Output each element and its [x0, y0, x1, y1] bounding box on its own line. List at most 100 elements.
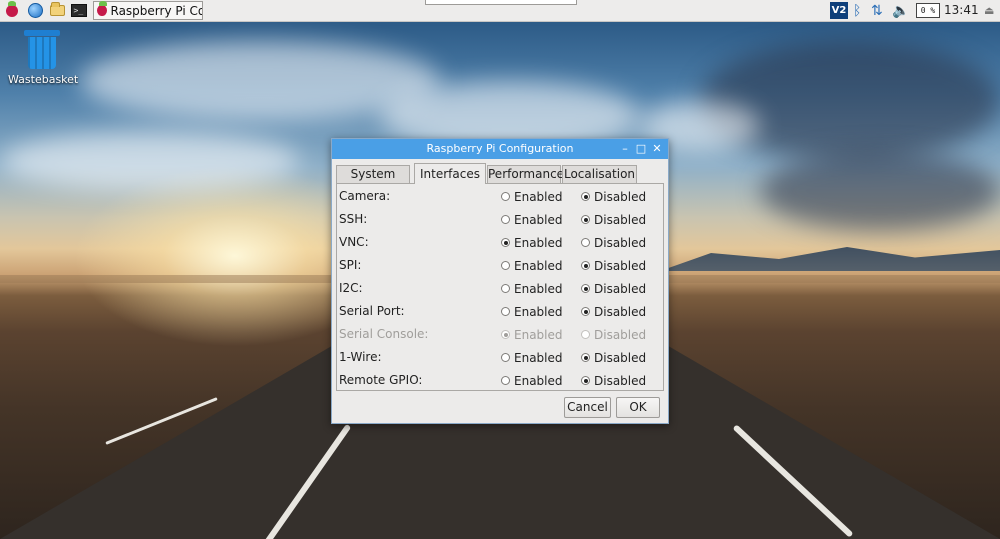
radio-label: Enabled [514, 304, 563, 319]
web-browser-icon[interactable] [27, 2, 44, 19]
wastebasket-icon [24, 30, 60, 70]
radio-label: Disabled [594, 373, 647, 388]
file-manager-icon[interactable] [49, 2, 66, 19]
interface-label: Camera: [339, 189, 391, 203]
radio-icon [501, 192, 510, 201]
taskbar-spacer [425, 0, 577, 5]
radio-label: Enabled [514, 327, 563, 342]
radio-label: Disabled [594, 304, 647, 319]
interfaces-panel: Camera: Enabled Disabled SSH: Enabled Disable… [336, 183, 664, 391]
radio-icon [501, 215, 510, 224]
radio-icon [581, 215, 590, 224]
enabled-radio[interactable]: Enabled [501, 231, 563, 254]
interface-row: SSH: Enabled Disabled [337, 208, 663, 231]
radio-icon [501, 353, 510, 362]
interface-row: Remote GPIO: Enabled Disabled [337, 369, 663, 392]
radio-icon [501, 307, 510, 316]
wastebasket-label: Wastebasket [8, 73, 79, 86]
radio-icon [501, 284, 510, 293]
close-icon[interactable]: ✕ [650, 141, 664, 156]
maximize-icon[interactable]: □ [634, 141, 648, 156]
interface-label: Serial Port: [339, 304, 405, 318]
radio-icon [581, 330, 590, 339]
interface-label: SSH: [339, 212, 368, 226]
disabled-radio: Disabled [581, 323, 646, 346]
volume-icon[interactable]: 🔈 [892, 2, 909, 19]
enabled-radio[interactable]: Enabled [501, 208, 563, 231]
radio-icon [581, 353, 590, 362]
disabled-radio[interactable]: Disabled [581, 277, 646, 300]
cpu-usage-monitor: 0 % [916, 3, 940, 18]
ok-button[interactable]: OK [616, 397, 660, 418]
radio-label: Disabled [594, 189, 647, 204]
disabled-radio[interactable]: Disabled [581, 254, 646, 277]
radio-label: Disabled [594, 281, 647, 296]
radio-label: Disabled [594, 350, 647, 365]
interface-label: I2C: [339, 281, 363, 295]
dialog-titlebar[interactable]: Raspberry Pi Configuration – □ ✕ [332, 139, 668, 159]
disabled-radio[interactable]: Disabled [581, 300, 646, 323]
radio-label: Disabled [594, 212, 647, 227]
radio-icon [501, 238, 510, 247]
radio-icon [581, 238, 590, 247]
taskbar-window-title: Raspberry Pi Co... [110, 3, 203, 18]
bluetooth-icon[interactable]: ᛒ [853, 2, 861, 19]
minimize-icon[interactable]: – [618, 141, 632, 156]
mountains [660, 247, 1000, 271]
cloud [700, 41, 1000, 161]
radio-label: Enabled [514, 258, 563, 273]
clock[interactable]: 13:41 [944, 0, 979, 21]
radio-label: Enabled [514, 212, 563, 227]
eject-icon[interactable]: ⏏ [984, 4, 994, 17]
enabled-radio[interactable]: Enabled [501, 277, 563, 300]
interface-row: SPI: Enabled Disabled [337, 254, 663, 277]
radio-icon [581, 307, 590, 316]
enabled-radio[interactable]: Enabled [501, 300, 563, 323]
radio-icon [501, 330, 510, 339]
cloud [760, 151, 1000, 231]
enabled-radio[interactable]: Enabled [501, 185, 563, 208]
interface-row: 1-Wire: Enabled Disabled [337, 346, 663, 369]
vnc-icon[interactable]: V2 [830, 2, 848, 19]
radio-icon [581, 192, 590, 201]
disabled-radio[interactable]: Disabled [581, 208, 646, 231]
tab-localisation[interactable]: Localisation [562, 165, 637, 183]
disabled-radio[interactable]: Disabled [581, 369, 646, 392]
radio-icon [581, 284, 590, 293]
taskbar-window-button[interactable]: Raspberry Pi Co... [93, 1, 203, 20]
interface-row: VNC: Enabled Disabled [337, 231, 663, 254]
interface-row: Serial Port: Enabled Disabled [337, 300, 663, 323]
radio-label: Disabled [594, 258, 647, 273]
radio-label: Disabled [594, 235, 647, 250]
raspberry-pi-configuration-dialog: Raspberry Pi Configuration – □ ✕ System … [331, 138, 669, 424]
interface-label: Serial Console: [339, 327, 429, 341]
radio-label: Enabled [514, 189, 563, 204]
terminal-icon[interactable]: >_ [70, 2, 87, 19]
disabled-radio[interactable]: Disabled [581, 346, 646, 369]
enabled-radio[interactable]: Enabled [501, 369, 563, 392]
interface-row: Serial Console: Enabled Disabled [337, 323, 663, 346]
radio-label: Enabled [514, 350, 563, 365]
tab-interfaces[interactable]: Interfaces [414, 163, 486, 184]
interface-label: Remote GPIO: [339, 373, 423, 387]
cancel-button[interactable]: Cancel [564, 397, 611, 418]
enabled-radio[interactable]: Enabled [501, 346, 563, 369]
tab-system[interactable]: System [336, 165, 410, 183]
wastebasket-desktop-item[interactable]: Wastebasket [8, 30, 79, 86]
interface-label: SPI: [339, 258, 362, 272]
interface-label: 1-Wire: [339, 350, 382, 364]
interface-label: VNC: [339, 235, 369, 249]
raspberry-app-icon [97, 1, 107, 16]
enabled-radio[interactable]: Enabled [501, 254, 563, 277]
tab-performance[interactable]: Performance [487, 165, 564, 183]
disabled-radio[interactable]: Disabled [581, 231, 646, 254]
enabled-radio: Enabled [501, 323, 563, 346]
network-arrows-icon[interactable]: ⇅ [871, 2, 883, 19]
raspberry-menu-icon[interactable] [3, 0, 20, 19]
radio-icon [501, 376, 510, 385]
radio-label: Enabled [514, 281, 563, 296]
radio-label: Disabled [594, 327, 647, 342]
radio-icon [581, 376, 590, 385]
radio-icon [501, 261, 510, 270]
disabled-radio[interactable]: Disabled [581, 185, 646, 208]
